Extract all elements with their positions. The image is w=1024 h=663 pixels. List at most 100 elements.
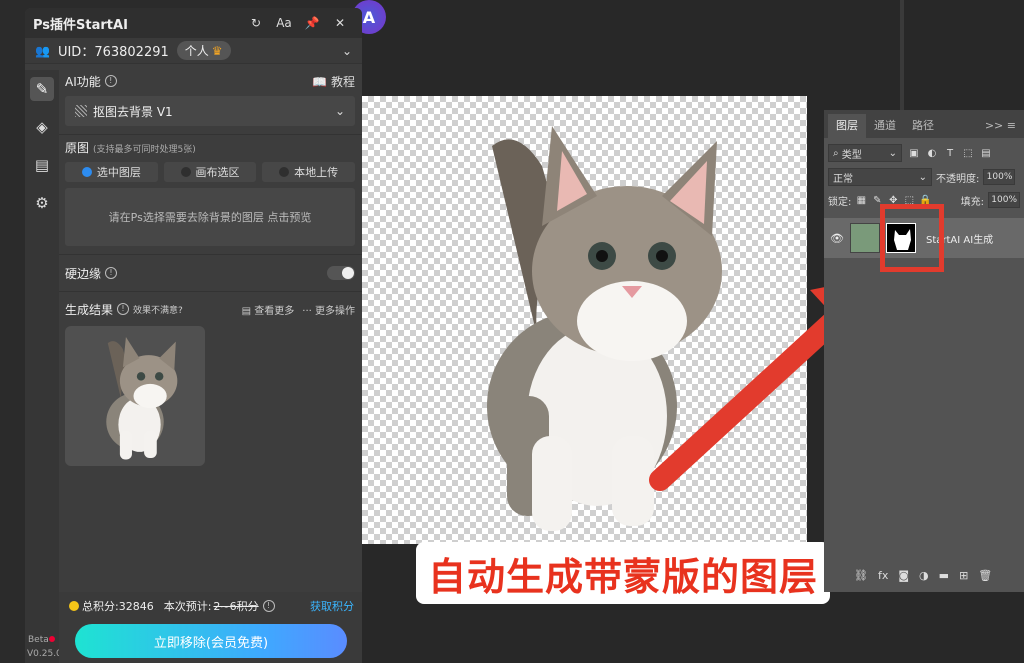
fx-icon[interactable]: fx xyxy=(878,569,888,582)
source-option-canvas-selection[interactable]: 画布选区 xyxy=(163,162,257,182)
layer-filter-select[interactable]: ⌕ 类型 ⌄ xyxy=(828,144,902,162)
tab-layers[interactable]: 图层 xyxy=(828,114,866,138)
image-filter-icon[interactable]: ▣ xyxy=(908,148,920,159)
close-icon[interactable]: ✕ xyxy=(326,16,354,30)
tutorial-label: 教程 xyxy=(330,74,355,89)
tab-channels[interactable]: 通道 xyxy=(866,114,904,138)
shape-filter-icon[interactable]: ⬚ xyxy=(962,148,974,159)
source-option-label: 选中图层 xyxy=(96,166,141,179)
points-row: 总积分:32846 本次预计: 2~6积分 ! 获取积分 xyxy=(59,592,362,614)
tab-paths[interactable]: 路径 xyxy=(904,114,942,138)
chevron-down-icon: ⌄ xyxy=(888,147,897,159)
opacity-label: 不透明度: xyxy=(936,173,980,185)
panel-menu-icon[interactable]: >> ≡ xyxy=(985,114,1024,138)
folder-icon[interactable]: ▬ xyxy=(939,569,949,582)
remove-background-button[interactable]: 立即移除(会员免费) xyxy=(75,624,347,658)
hard-edge-toggle[interactable] xyxy=(327,266,355,280)
tutorial-link[interactable]: 📖 教程 xyxy=(312,73,355,90)
add-mask-icon[interactable]: ◙ xyxy=(898,569,909,582)
info-icon[interactable]: ! xyxy=(117,303,130,315)
source-note: (支持最多可同时处理5张) xyxy=(93,145,196,155)
opacity-input[interactable]: 100% xyxy=(983,169,1016,185)
plugin-main: AI功能 ! 📖 教程 抠图去背景 V1 ⌄ 原图 (支持最多可同时处理5张) … xyxy=(59,70,362,466)
startai-plugin-panel: Ps插件StartAI ↻ Aa 📌 ✕ 👥 UID：763802291 个人 ♛… xyxy=(25,8,362,663)
trash-icon[interactable]: 🗑 xyxy=(978,569,992,582)
beta-label: Beta xyxy=(28,635,55,645)
see-more-label: 查看更多 xyxy=(254,305,295,317)
beta-text: Beta xyxy=(28,635,49,645)
coin-icon xyxy=(69,601,79,611)
font-size-icon[interactable]: Aa xyxy=(270,16,298,30)
link-icon[interactable]: ⛓ xyxy=(854,569,868,582)
layer-thumbnail[interactable] xyxy=(850,223,880,253)
sidebar-item-layers[interactable]: ◈ xyxy=(25,108,59,146)
new-layer-icon[interactable]: ⊞ xyxy=(959,569,968,582)
divider xyxy=(59,134,362,135)
more-ops-link[interactable]: ··· 更多操作 xyxy=(302,302,355,317)
plugin-title: Ps插件StartAI xyxy=(33,17,128,33)
adjustment-filter-icon[interactable]: ◐ xyxy=(926,148,938,159)
smart-filter-icon[interactable]: ▤ xyxy=(980,148,992,159)
source-option-selected-layer[interactable]: 选中图层 xyxy=(65,162,158,182)
radio-icon xyxy=(180,167,191,177)
search-icon: ⌕ xyxy=(833,147,842,159)
crown-icon: ♛ xyxy=(211,44,223,58)
source-option-label: 画布选区 xyxy=(195,166,240,179)
gear-icon: ⚙ xyxy=(35,194,49,212)
eye-icon[interactable]: 👁 xyxy=(824,232,850,245)
fill-label: 填充: xyxy=(960,196,984,208)
preview-drop-area[interactable]: 请在Ps选择需要去除背景的图层 点击预览 xyxy=(65,188,355,246)
divider xyxy=(59,254,362,255)
adjustment-icon[interactable]: ◑ xyxy=(919,569,929,582)
hard-edge-label: 硬边缘 xyxy=(65,266,102,281)
cat-thumbnail-image xyxy=(106,337,178,460)
chevron-down-icon: ⌄ xyxy=(918,171,927,183)
dissatisfied-link[interactable]: 效果不满意? xyxy=(133,303,183,316)
blend-mode-select[interactable]: 正常 ⌄ xyxy=(828,168,932,186)
divider xyxy=(59,291,362,292)
users-icon: 👥 xyxy=(35,43,50,58)
lock-transparent-icon[interactable]: ▦ xyxy=(855,195,867,206)
history-icon: ▤ xyxy=(241,305,252,317)
source-header: 原图 (支持最多可同时处理5张) xyxy=(65,139,355,156)
source-option-label: 本地上传 xyxy=(294,166,339,179)
scrollbar[interactable] xyxy=(900,0,904,110)
tier-label: 个人 xyxy=(184,44,209,58)
source-option-local-upload[interactable]: 本地上传 xyxy=(262,162,356,182)
ai-func-label: AI功能 xyxy=(65,74,101,89)
get-points-link[interactable]: 获取积分 xyxy=(310,598,354,614)
mask-highlight-box xyxy=(880,204,944,272)
layers-panel-tabs: 图层 通道 路径 >> ≡ xyxy=(824,110,1024,138)
toggle-knob xyxy=(342,267,354,279)
source-options: 选中图层 画布选区 本地上传 xyxy=(65,162,356,182)
see-more-link[interactable]: ▤ 查看更多 xyxy=(242,302,295,317)
chevron-down-icon[interactable]: ⌄ xyxy=(342,44,352,58)
more-icon: ··· xyxy=(302,305,312,317)
radio-icon xyxy=(279,167,290,177)
filter-label: 类型 xyxy=(841,149,862,161)
layer-filter-row: ⌕ 类型 ⌄ ▣ ◐ T ⬚ ▤ xyxy=(824,138,1024,168)
hard-edge-row: 硬边缘 ! xyxy=(65,261,355,285)
sidebar-item-docs[interactable]: ▤ xyxy=(25,146,59,184)
info-icon[interactable]: ! xyxy=(104,75,117,87)
chevron-down-icon: ⌄ xyxy=(334,104,345,118)
annotation-caption: 自动生成带蒙版的图层 xyxy=(416,542,831,604)
user-bar[interactable]: 👥 UID：763802291 个人 ♛ ⌄ xyxy=(25,38,362,64)
info-icon[interactable]: ! xyxy=(262,600,275,612)
fill-input[interactable]: 100% xyxy=(988,192,1020,208)
layers-panel: 图层 通道 路径 >> ≡ ⌕ 类型 ⌄ ▣ ◐ T ⬚ ▤ 正常 ⌄ 不透明度… xyxy=(824,110,1024,592)
type-filter-icon[interactable]: T xyxy=(944,148,956,159)
more-ops-label: 更多操作 xyxy=(315,305,355,317)
result-header: 生成结果 ! 效果不满意? ▤ 查看更多 ··· 更多操作 xyxy=(65,298,355,320)
radio-checked-icon xyxy=(81,167,92,177)
sidebar-item-settings[interactable]: ⚙ xyxy=(25,184,59,222)
refresh-icon[interactable]: ↻ xyxy=(242,16,270,30)
result-thumbnail[interactable] xyxy=(65,326,205,466)
source-label: 原图 xyxy=(65,141,90,155)
total-points: 总积分:32846 xyxy=(82,600,154,613)
pin-icon[interactable]: 📌 xyxy=(298,16,326,30)
sidebar-item-edit[interactable]: ✎ xyxy=(25,70,59,108)
function-select[interactable]: 抠图去背景 V1 ⌄ xyxy=(65,96,355,126)
tier-badge: 个人 ♛ xyxy=(176,41,231,60)
info-icon[interactable]: ! xyxy=(105,267,118,279)
